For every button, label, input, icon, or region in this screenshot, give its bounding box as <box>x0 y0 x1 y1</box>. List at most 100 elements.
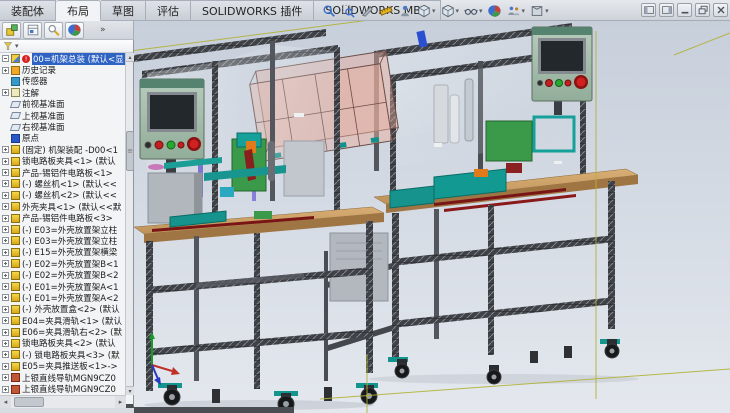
scroll-right-arrow[interactable]: ▸ <box>115 396 126 408</box>
tree-row[interactable]: ! 外壳夹具<1> (默认<<默 <box>2 201 126 212</box>
expand-icon[interactable] <box>2 237 9 244</box>
heads-up-toolbar-button[interactable] <box>462 3 485 20</box>
component-label: (-) 螺丝机<1> (默认<< <box>22 178 117 190</box>
tree-row[interactable]: ! E06=夹具滑轨右<2> (默 <box>2 326 126 337</box>
expand-icon[interactable] <box>2 158 9 165</box>
tree-row[interactable]: ! 锁电路板夹具<1> (默认 <box>2 156 126 167</box>
command-icon <box>68 23 82 37</box>
expand-icon[interactable] <box>2 249 9 256</box>
heads-up-toolbar-button[interactable] <box>339 3 357 20</box>
window-control-button[interactable] <box>713 3 728 17</box>
command-manager-tab[interactable]: 装配体 <box>0 0 56 21</box>
component-label: (-) 锁电路板夹具<3> (默 <box>22 349 120 361</box>
tree-row[interactable]: ! (-) 螺丝机<1> (默认<< <box>2 178 126 189</box>
tree-row[interactable]: ! 注解 <box>2 87 126 98</box>
tree-row[interactable]: ! 上视基准面 <box>2 110 126 121</box>
toolbar-icon <box>379 4 393 18</box>
tree-row[interactable]: ! (-) E03=外壳放置架立柱 <box>2 224 126 235</box>
tree-row[interactable]: ! 原点 <box>2 133 126 144</box>
expand-icon[interactable] <box>2 363 9 370</box>
command-button[interactable] <box>23 22 42 39</box>
expand-icon[interactable] <box>2 260 9 267</box>
scrollbar-thumb[interactable] <box>14 397 44 407</box>
expand-icon[interactable] <box>2 317 9 324</box>
command-button[interactable] <box>2 22 21 39</box>
tree-row[interactable]: ! 右视基准面 <box>2 121 126 132</box>
command-manager-tab[interactable]: 评估 <box>146 0 191 21</box>
expand-icon[interactable] <box>2 283 9 290</box>
heads-up-toolbar-button[interactable] <box>486 3 504 20</box>
tree-row[interactable]: ! (-) E02=外壳放置架B<1 <box>2 258 126 269</box>
expand-icon[interactable] <box>2 351 9 358</box>
expand-icon[interactable] <box>2 192 9 199</box>
expand-icon[interactable] <box>2 329 9 336</box>
heads-up-toolbar-button[interactable] <box>377 3 395 20</box>
tree-row[interactable]: ! (-) 外壳放置盒<2> (默认 <box>2 304 126 315</box>
heads-up-toolbar-button[interactable] <box>528 3 551 20</box>
command-manager-tab[interactable]: SOLIDWORKS 插件 <box>191 0 314 21</box>
component-label: 锁电路板夹具<1> (默认 <box>22 155 116 167</box>
tree-row[interactable]: ! 产品-锡铝件电路板<1> <box>2 167 126 178</box>
tree-row[interactable]: ! 00=机架总装 (默认<显 <box>2 53 126 64</box>
feature-tree-filter-bar[interactable]: ▾ <box>0 40 133 53</box>
expand-icon[interactable] <box>2 226 9 233</box>
window-control-button[interactable] <box>695 3 710 17</box>
tree-horizontal-scrollbar[interactable]: ◂ ▸ <box>0 395 126 408</box>
command-toolbar-buttons <box>2 22 84 39</box>
expand-icon[interactable] <box>2 306 9 313</box>
tree-row[interactable]: ! 传感器 <box>2 76 126 87</box>
expand-icon[interactable] <box>2 67 9 74</box>
tree-row[interactable]: ! (-) E02=外壳放置架B<2 <box>2 269 126 280</box>
tree-row[interactable]: ! 产品-锡铝件电路板<3> <box>2 212 126 223</box>
scroll-down-arrow[interactable]: ▾ <box>126 386 134 395</box>
heads-up-toolbar-button[interactable] <box>396 3 414 20</box>
expand-icon[interactable] <box>2 215 9 222</box>
filter-dropdown-arrow[interactable]: ▾ <box>15 42 19 50</box>
tree-row[interactable]: ! (-) E01=外壳放置架A<2 <box>2 292 126 303</box>
scrollbar-thumb[interactable] <box>126 131 134 171</box>
expand-icon[interactable] <box>2 374 9 381</box>
expand-icon[interactable] <box>2 203 9 210</box>
expand-icon[interactable] <box>2 169 9 176</box>
tree-row[interactable]: ! 前视基准面 <box>2 99 126 110</box>
window-control-button[interactable] <box>659 3 674 17</box>
tree-row[interactable]: ! 历史记录 <box>2 64 126 75</box>
tree-row[interactable]: ! 上银直线导轨MGN9CZ0 <box>2 372 126 383</box>
expand-icon[interactable] <box>2 55 9 62</box>
tree-row[interactable]: ! 锁电路板夹具<2> (默认 <box>2 338 126 349</box>
expand-icon[interactable] <box>2 272 9 279</box>
heads-up-toolbar-button[interactable] <box>320 3 338 20</box>
expand-icon[interactable] <box>2 180 9 187</box>
tree-row[interactable]: ! E05=夹具推送板<1>-> <box>2 361 126 372</box>
command-manager-tab[interactable]: 草图 <box>101 0 146 21</box>
expand-icon[interactable] <box>2 386 9 393</box>
heads-up-toolbar-button[interactable] <box>439 3 462 20</box>
scroll-up-arrow[interactable]: ▴ <box>126 53 134 62</box>
command-button[interactable] <box>44 22 63 39</box>
tree-row[interactable]: ! 上银直线导轨MGN9CZ0 <box>2 383 126 394</box>
expand-icon[interactable] <box>2 146 9 153</box>
caster-wheel <box>605 339 619 358</box>
heads-up-toolbar-button[interactable] <box>505 3 528 20</box>
window-control-button[interactable] <box>641 3 656 17</box>
tree-row[interactable]: ! (固定) 机架装配 -D00<1 <box>2 144 126 155</box>
toolbar-overflow-chevron[interactable]: » <box>100 25 106 35</box>
heads-up-toolbar-button[interactable] <box>358 3 376 20</box>
scroll-left-arrow[interactable]: ◂ <box>0 396 11 408</box>
tree-row[interactable]: ! (-) 螺丝机<2> (默认<< <box>2 190 126 201</box>
toolbar-icon <box>488 4 502 18</box>
heads-up-toolbar-button[interactable] <box>415 3 438 20</box>
tree-row[interactable]: ! E04=夹具滑轨<1> (默认 <box>2 315 126 326</box>
tree-row[interactable]: ! (-) 锁电路板夹具<3> (默 <box>2 349 126 360</box>
expand-icon[interactable] <box>2 89 9 96</box>
tree-row[interactable]: ! (-) E03=外壳放置架立柱 <box>2 235 126 246</box>
window-control-button[interactable] <box>677 3 692 17</box>
tree-vertical-scrollbar[interactable]: ▴ ▾ <box>125 53 133 395</box>
command-manager-tab[interactable]: 布局 <box>56 0 101 21</box>
command-button[interactable] <box>65 22 84 39</box>
tree-row[interactable]: ! (-) E01=外壳放置架A<1 <box>2 281 126 292</box>
tree-row[interactable]: ! (-) E15=外壳放置架横梁 <box>2 247 126 258</box>
expand-icon[interactable] <box>2 340 9 347</box>
graphics-viewport[interactable] <box>134 21 730 413</box>
expand-icon[interactable] <box>2 294 9 301</box>
